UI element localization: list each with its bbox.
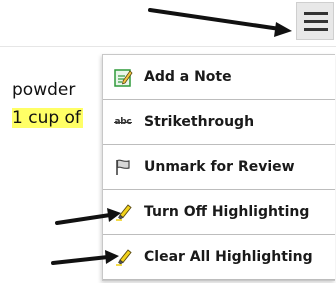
menu-item-add-note[interactable]: Add a Note xyxy=(103,55,335,100)
strikethrough-icon: abc xyxy=(113,117,133,127)
menu-item-label: Add a Note xyxy=(144,69,232,85)
menu-item-label: Strikethrough xyxy=(144,114,255,130)
hamburger-menu-button[interactable] xyxy=(296,2,334,40)
note-pencil-icon xyxy=(113,67,133,87)
arrow-annotation-turn-off xyxy=(55,208,121,225)
menu-item-label: Turn Off Highlighting xyxy=(144,204,310,220)
menu-item-clear-all-highlighting[interactable]: Clear All Highlighting xyxy=(103,235,335,280)
highlighted-text[interactable]: 1 cup of xyxy=(12,108,83,128)
arrow-annotation-clear-all xyxy=(51,250,119,265)
menu-item-label: Clear All Highlighting xyxy=(144,249,313,265)
hamburger-menu-icon xyxy=(304,12,328,15)
menu-item-unmark-review[interactable]: Unmark for Review xyxy=(103,145,335,190)
document-text-line: powder xyxy=(12,80,76,100)
menu-item-strikethrough[interactable]: abc Strikethrough xyxy=(103,100,335,145)
context-menu: Add a Note abc Strikethrough Unmark for … xyxy=(102,54,335,281)
menu-item-turn-off-highlighting[interactable]: Turn Off Highlighting xyxy=(103,190,335,235)
toolbar-divider xyxy=(0,46,336,47)
flag-icon xyxy=(113,157,133,177)
menu-item-label: Unmark for Review xyxy=(144,159,295,175)
arrow-annotation-menu xyxy=(148,8,292,37)
